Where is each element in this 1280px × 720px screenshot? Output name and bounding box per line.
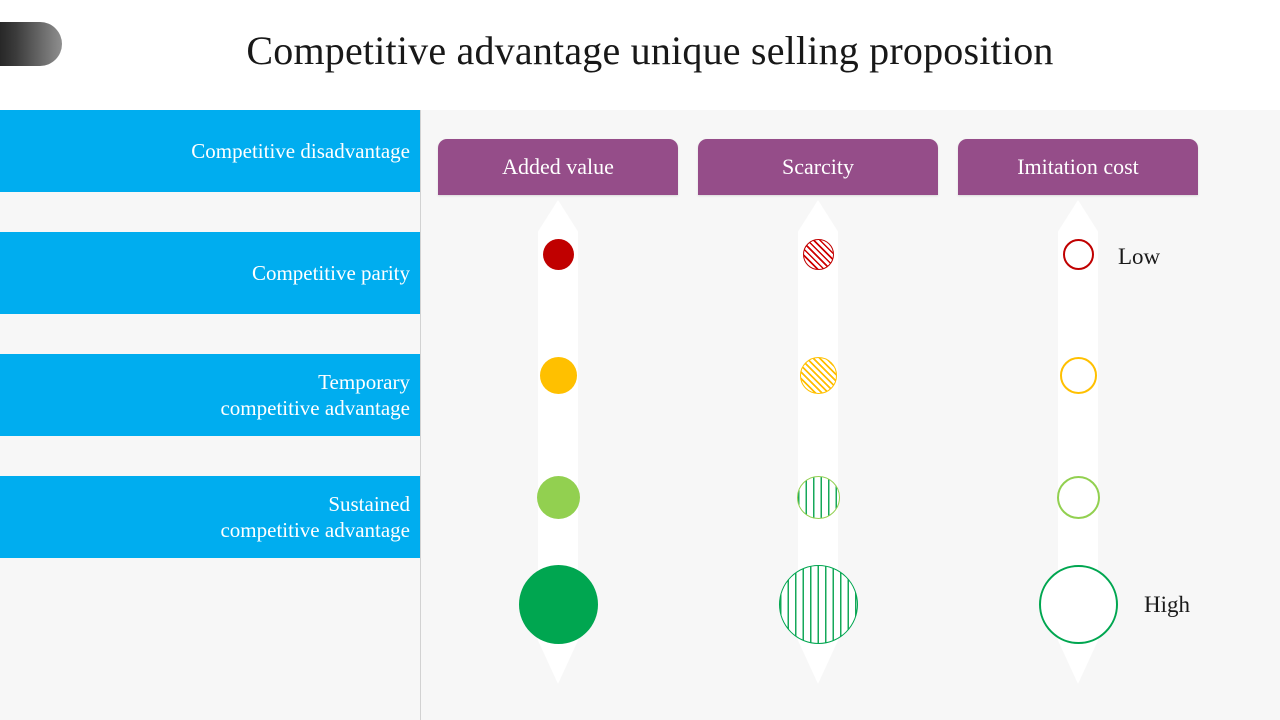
level-label-bar[interactable]: Temporary competitive advantage [0, 354, 420, 436]
slide-canvas: Competitive advantage unique selling pro… [0, 0, 1280, 720]
level-marker [796, 475, 840, 519]
level-marker [799, 356, 837, 394]
column-header[interactable]: Scarcity [698, 139, 938, 195]
level-marker [1062, 238, 1094, 270]
column-header[interactable]: Added value [438, 139, 678, 195]
level-label-line: Temporary [318, 370, 410, 394]
level-label-stack: Competitive disadvantage Competitive pari… [0, 110, 420, 720]
level-label-bar[interactable]: Competitive disadvantage [0, 110, 420, 192]
vertical-divider [420, 110, 421, 720]
level-marker [539, 356, 577, 394]
level-marker [802, 238, 834, 270]
level-label-line: Competitive parity [251, 261, 410, 285]
level-label-line: competitive advantage [220, 396, 410, 420]
level-label-bar[interactable]: Sustained competitive advantage [0, 476, 420, 558]
level-label-bar[interactable]: Competitive parity [0, 232, 420, 314]
level-marker [536, 475, 580, 519]
scale-label-high: High [1144, 592, 1190, 617]
slide-body: Competitive disadvantage Competitive pari… [0, 110, 1280, 720]
scale-label-low: Low [1118, 244, 1161, 269]
level-label-line: Competitive disadvantage [191, 139, 410, 163]
level-marker [1056, 475, 1100, 519]
level-marker [518, 564, 598, 644]
page-title: Competitive advantage unique selling pro… [246, 28, 1054, 73]
level-marker [778, 564, 858, 644]
level-marker [542, 238, 574, 270]
decorative-gradient-pill [0, 22, 62, 66]
level-marker [1059, 356, 1097, 394]
title-bar: Competitive advantage unique selling pro… [0, 0, 1280, 110]
level-marker [1038, 564, 1118, 644]
level-label-line: Sustained [328, 492, 410, 516]
column-header[interactable]: Imitation cost [958, 139, 1198, 195]
level-label-line: competitive advantage [220, 518, 410, 542]
